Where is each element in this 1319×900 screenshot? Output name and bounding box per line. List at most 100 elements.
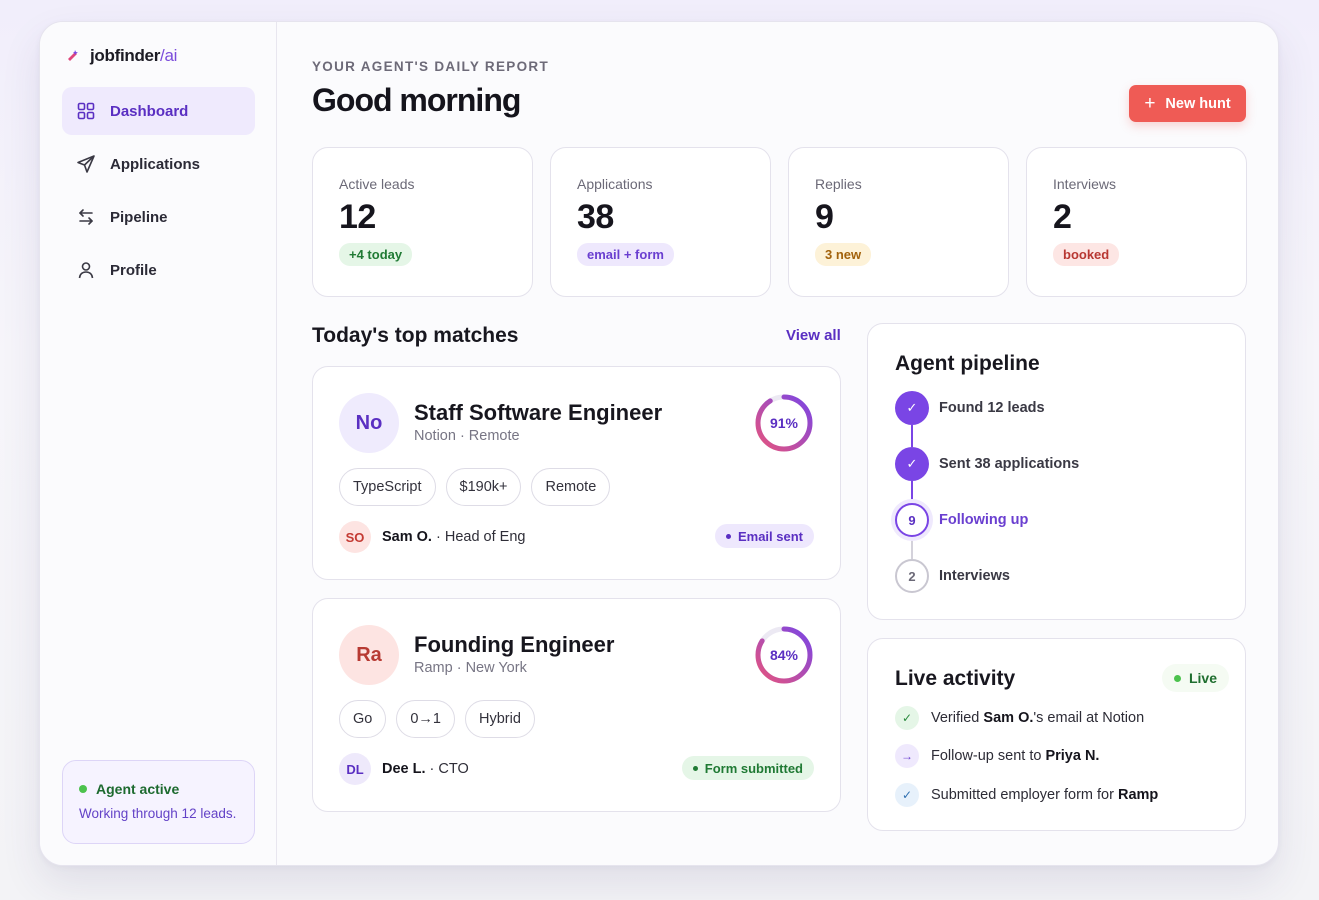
stat-value: 38 — [577, 198, 614, 236]
user-icon — [78, 262, 94, 279]
send-icon — [77, 155, 95, 173]
page-eyebrow: YOUR AGENT'S DAILY REPORT — [312, 59, 549, 74]
tag-chip[interactable]: 0→1 — [396, 700, 455, 738]
live-activity-card: Live activity Live ✓ Verified Sam O.'s e… — [867, 638, 1246, 831]
company-location: Ramp · New York — [414, 660, 527, 676]
contact-name: Sam O. — [382, 529, 432, 545]
sparkle-icon — [68, 50, 78, 61]
dashboard-icon — [77, 102, 95, 120]
sidebar-item-label: Pipeline — [110, 208, 168, 226]
company-location: Notion · Remote — [414, 428, 520, 444]
status-dot — [725, 533, 731, 539]
sidebar-item-pipeline[interactable]: Pipeline — [62, 193, 255, 241]
tag-chip[interactable]: TypeScript — [339, 468, 436, 506]
sidebar-item-profile[interactable]: Profile — [62, 246, 255, 294]
stat-value: 2 — [1053, 198, 1072, 236]
pipeline-connector — [911, 481, 913, 503]
activity-item: ✓ Submitted employer form for Ramp — [895, 783, 1158, 807]
contact-info: Dee L. · CTO — [382, 761, 469, 777]
match-card[interactable]: Ra Founding Engineer Ramp · New York 84%… — [312, 598, 841, 812]
company-avatar: Ra — [339, 625, 399, 685]
stat-label: Applications — [577, 176, 653, 192]
stat-card-applications: Applications 38 email + form — [550, 147, 771, 297]
status-badge: Form submitted — [681, 756, 814, 780]
contact-avatar: SO — [339, 521, 371, 553]
step-label: Found 12 leads — [939, 400, 1045, 416]
job-title: Staff Software Engineer — [414, 400, 663, 425]
tag-list: TypeScript $190k+ Remote — [339, 468, 611, 506]
agent-status-detail: Working through 12 leads. — [79, 806, 237, 821]
activity-title: Live activity — [895, 667, 1016, 690]
status-label: Email sent — [737, 528, 803, 544]
agent-status-row: Agent active — [79, 781, 238, 797]
contact-info: Sam O. · Head of Eng — [382, 529, 525, 545]
check-icon: ✓ — [895, 706, 919, 730]
step-label: Sent 38 applications — [939, 456, 1080, 472]
check-icon: ✓ — [895, 783, 919, 807]
contact-title: · CTO — [425, 761, 469, 777]
pipeline-step: ✓ Found 12 leads — [895, 391, 1045, 425]
page-title: Good morning — [312, 82, 521, 118]
contact-row: SO Sam O. · Head of Eng — [339, 521, 525, 553]
status-dot — [1173, 674, 1181, 682]
step-count-marker: 2 — [895, 559, 929, 593]
new-hunt-button[interactable]: + New hunt — [1129, 85, 1246, 122]
tag-chip[interactable]: Go — [339, 700, 387, 738]
stat-label: Interviews — [1053, 176, 1117, 192]
agent-pipeline-card: Agent pipeline ✓ Found 12 leads ✓ Sent 3… — [867, 323, 1246, 620]
sidebar-item-label: Dashboard — [110, 102, 189, 120]
stat-badge: booked — [1053, 243, 1120, 266]
tag-chip[interactable]: Hybrid — [464, 700, 535, 738]
stat-badge: 3 new — [815, 243, 872, 266]
status-dot — [79, 785, 87, 793]
pipeline-step: 2 Interviews — [895, 559, 1010, 593]
contact-avatar: DL — [339, 753, 371, 785]
app-logo[interactable]: jobfinder/ai — [66, 46, 177, 66]
app-window: jobfinder/ai Dashboard Applications Pipe… — [39, 21, 1279, 866]
tag-chip[interactable]: $190k+ — [445, 468, 522, 506]
contact-name: Dee L. — [382, 761, 426, 777]
view-all-link[interactable]: View all — [786, 327, 841, 344]
match-score-ring: 84% — [754, 625, 814, 685]
sidebar-item-label: Applications — [110, 155, 201, 173]
company-avatar: No — [339, 393, 399, 453]
step-label: Interviews — [939, 568, 1010, 584]
activity-text: Follow-up sent to Priya N. — [931, 748, 1100, 764]
check-icon: ✓ — [895, 447, 929, 481]
stat-badge: +4 today — [339, 243, 413, 266]
stat-label: Replies — [815, 176, 862, 192]
tag-chip[interactable]: Remote — [531, 468, 611, 506]
stat-label: Active leads — [339, 176, 415, 192]
live-label: Live — [1188, 670, 1217, 686]
pipeline-step: 9 Following up — [895, 503, 1028, 537]
pipeline-connector — [911, 537, 913, 559]
pipeline-step: ✓ Sent 38 applications — [895, 447, 1079, 481]
activity-text: Verified Sam O.'s email at Notion — [931, 710, 1145, 726]
live-badge: Live — [1161, 664, 1229, 692]
stat-value: 12 — [339, 198, 376, 236]
status-badge: Email sent — [714, 524, 814, 548]
arrow-right-icon: → — [895, 744, 919, 768]
sidebar-item-label: Profile — [110, 261, 157, 279]
match-score-label: 84% — [769, 647, 799, 663]
agent-status-title: Agent active — [96, 781, 180, 797]
sidebar: jobfinder/ai Dashboard Applications Pipe… — [40, 22, 277, 865]
agent-status-card: Agent active Working through 12 leads. — [62, 760, 255, 844]
plus-icon: + — [1144, 93, 1156, 114]
pipeline-title: Agent pipeline — [895, 352, 1040, 375]
match-card[interactable]: No Staff Software Engineer Notion · Remo… — [312, 366, 841, 580]
stat-value: 9 — [815, 198, 834, 236]
tag-list: Go 0→1 Hybrid — [339, 700, 535, 738]
match-score-label: 91% — [769, 415, 799, 431]
stat-card-active-leads: Active leads 12 +4 today — [312, 147, 533, 297]
activity-item: ✓ Verified Sam O.'s email at Notion — [895, 706, 1144, 730]
stat-badge: email + form — [577, 243, 674, 266]
step-label: Following up — [939, 512, 1029, 528]
contact-title: · Head of Eng — [431, 529, 526, 545]
sidebar-item-dashboard[interactable]: Dashboard — [62, 87, 255, 135]
stat-card-interviews: Interviews 2 booked — [1026, 147, 1247, 297]
sidebar-item-applications[interactable]: Applications — [62, 140, 255, 188]
activity-text: Submitted employer form for Ramp — [931, 787, 1159, 803]
contact-row: DL Dee L. · CTO — [339, 753, 469, 785]
step-count-marker: 9 — [895, 503, 929, 537]
